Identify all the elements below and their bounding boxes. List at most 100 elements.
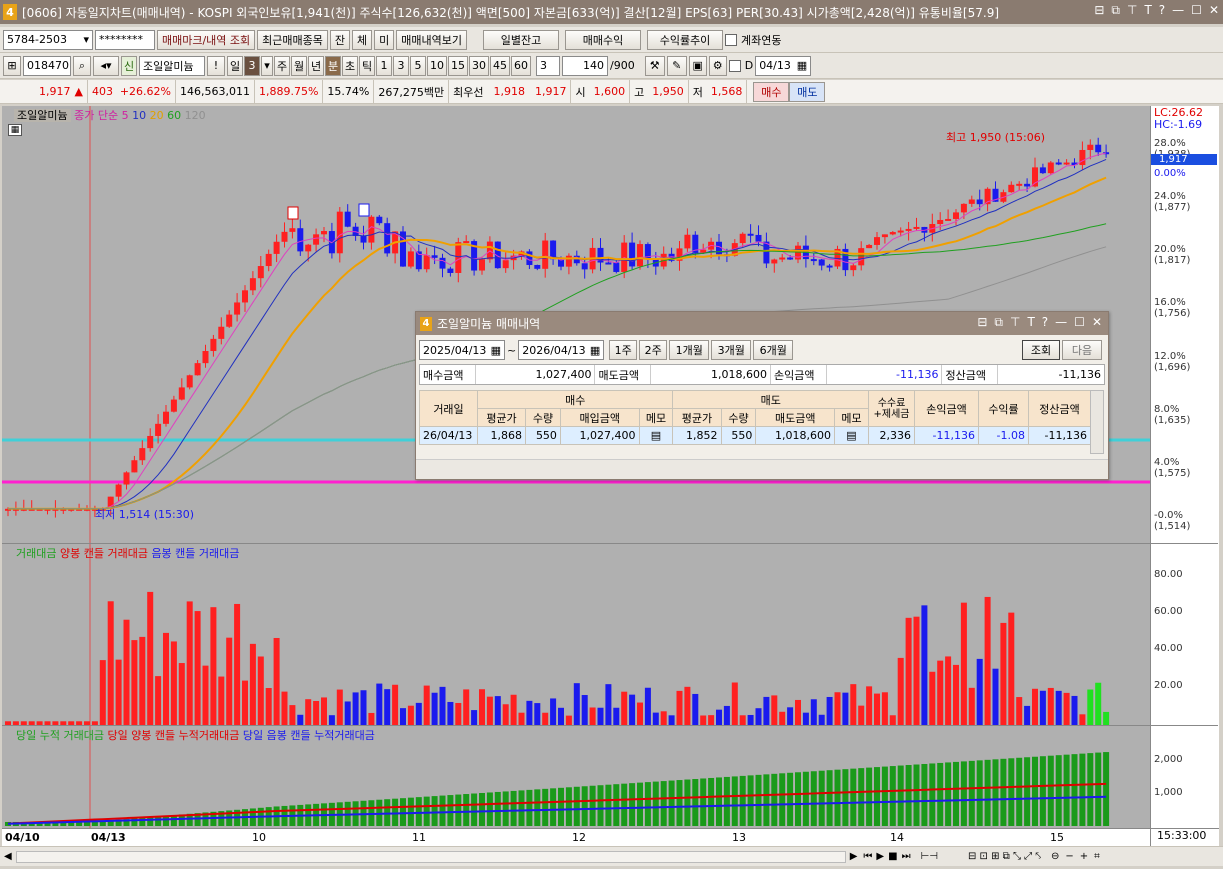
candle-body (139, 448, 146, 461)
date-field[interactable]: 04/13 ▦ (755, 55, 812, 76)
period-button-9[interactable]: 3 (393, 55, 409, 76)
first-icon[interactable]: ⏮ (863, 851, 872, 862)
period-button-15[interactable]: 60 (511, 55, 531, 76)
password-field[interactable]: ******** (95, 29, 155, 50)
stock-name-field[interactable]: 조일알미늄 (139, 55, 205, 76)
dialog-copy-icon[interactable]: ⧉ (994, 315, 1003, 330)
gear-icon[interactable]: ⚙ (708, 55, 727, 76)
period-button-5[interactable]: 분 (325, 55, 341, 76)
chevron-down-icon[interactable]: ▾ (83, 33, 89, 46)
next-button[interactable]: 다음 (1062, 340, 1102, 360)
period-button-13[interactable]: 30 (469, 55, 489, 76)
dialog-font-icon[interactable]: T (1027, 315, 1034, 330)
period-button-11[interactable]: 10 (427, 55, 447, 76)
search-icon[interactable]: ⌕ (73, 55, 91, 76)
account-select[interactable]: 5784-2503 ▾ (3, 29, 93, 50)
stop-icon[interactable]: ■ (888, 851, 897, 862)
account-link-checkbox[interactable] (725, 33, 738, 46)
font-icon[interactable]: T (1144, 3, 1151, 18)
settings-grid-icon[interactable]: ⌗ (1094, 851, 1100, 862)
plus-icon[interactable]: + (1080, 851, 1088, 862)
executed-button[interactable]: 체 (352, 29, 373, 50)
recent-trades-button[interactable]: 최근매매종목 (257, 29, 328, 50)
range-2w-button[interactable]: 2주 (639, 340, 668, 360)
calendar-icon[interactable]: ▦ (797, 59, 807, 72)
minimize-icon[interactable]: — (1172, 3, 1184, 18)
last-icon[interactable]: ⏭ (902, 851, 911, 862)
calendar-icon[interactable]: ▦ (590, 344, 600, 357)
copy-icon[interactable]: ⧉ (1111, 3, 1120, 18)
chevron-down-icon[interactable]: ▾ (261, 55, 273, 76)
count-field[interactable]: 140 (562, 55, 608, 76)
range-1m-button[interactable]: 1개월 (669, 340, 710, 360)
span-icon[interactable]: ⊢⊣ (921, 851, 938, 862)
to-date-field[interactable]: 2026/04/13 ▦ (518, 340, 605, 360)
from-date-field[interactable]: 2025/04/13 ▦ (419, 340, 505, 360)
link-icon[interactable]: ⊟ (1094, 3, 1104, 18)
daily-balance-button[interactable]: 일별잔고 (483, 29, 560, 50)
view-icons[interactable]: ⊟ ⊡ ⊞ ⧉ ⤡ ⤢ ⤣ (968, 851, 1041, 862)
ma10-label: 10 (132, 109, 147, 122)
trade-mark-button[interactable]: 매매마크/내역 조회 (157, 29, 256, 50)
table-row[interactable]: 26/04/13 1,868 550 1,027,400 ▤ 1,852 550… (419, 426, 1091, 445)
trade-profit-button[interactable]: 매매수익 (565, 29, 642, 50)
dialog-link-icon[interactable]: ⊟ (977, 315, 987, 330)
play-icon[interactable]: ▶ (876, 851, 884, 862)
period-button-1[interactable]: 3 (244, 55, 260, 76)
alert-button[interactable]: ! (207, 55, 225, 76)
pin-icon[interactable]: ⊤ (1127, 3, 1137, 18)
memo-icon[interactable]: ▤ (638, 426, 674, 445)
period-button-7[interactable]: 틱 (359, 55, 375, 76)
zoom-out-icon[interactable]: ⊖ (1051, 851, 1059, 862)
tools-icon[interactable]: ⚒ (644, 55, 665, 76)
period-button-6[interactable]: 초 (342, 55, 358, 76)
volume-bar (313, 700, 320, 725)
scroll-right-icon[interactable]: ▶ (850, 851, 858, 862)
dialog-maximize-icon[interactable]: ☐ (1074, 315, 1085, 330)
unexecuted-button[interactable]: 미 (374, 29, 395, 50)
period-button-8[interactable]: 1 (376, 55, 392, 76)
open-price: 시 1,600 (571, 79, 631, 104)
period-button-3[interactable]: 월 (291, 55, 307, 76)
calendar-icon[interactable]: ▦ (491, 344, 501, 357)
minus-icon[interactable]: − (1065, 851, 1073, 862)
help-icon[interactable]: ? (1159, 3, 1165, 18)
chart-scrollbar[interactable]: ◀ ▶ ⏮ ▶ ■ ⏭ ⊢⊣ ⊟ ⊡ ⊞ ⧉ ⤡ ⤢ ⤣ ⊖ − + ⌗ (0, 846, 1223, 866)
grid-icon[interactable]: ▦ (8, 124, 22, 136)
sell-button[interactable]: 매도 (789, 81, 826, 102)
period-button-14[interactable]: 45 (490, 55, 510, 76)
close-icon[interactable]: ✕ (1209, 3, 1219, 18)
dialog-close-icon[interactable]: ✕ (1092, 315, 1102, 330)
dialog-help-icon[interactable]: ? (1042, 315, 1048, 330)
stock-search-icon[interactable]: ⊞ (3, 55, 21, 76)
save-icon[interactable]: ▣ (688, 55, 707, 76)
time-label-13: 13 (732, 831, 746, 844)
buy-button[interactable]: 매수 (753, 81, 790, 102)
period-button-12[interactable]: 15 (448, 55, 468, 76)
table-scrollbar[interactable] (1090, 390, 1104, 454)
speaker-icon[interactable]: ◂▾ (93, 55, 119, 76)
profit-trend-button[interactable]: 수익률추이 (647, 29, 724, 50)
date-checkbox[interactable] (728, 59, 741, 72)
history-button[interactable]: 매매내역보기 (396, 29, 468, 50)
query-button[interactable]: 조회 (1022, 340, 1060, 360)
period-button-0[interactable]: 일 (227, 55, 243, 76)
dialog-minimize-icon[interactable]: — (1055, 315, 1067, 330)
draw-icon[interactable]: ✎ (666, 55, 687, 76)
range-1w-button[interactable]: 1주 (609, 340, 638, 360)
maximize-icon[interactable]: ☐ (1191, 3, 1202, 18)
period-button-4[interactable]: 년 (308, 55, 324, 76)
balance-button[interactable]: 잔 (329, 29, 351, 50)
dialog-pin-icon[interactable]: ⊤ (1010, 315, 1020, 330)
stock-code-field[interactable]: 018470 (23, 55, 71, 76)
scroll-left-icon[interactable]: ◀ (4, 851, 12, 862)
period-button-2[interactable]: 주 (274, 55, 290, 76)
scroll-track[interactable] (15, 850, 846, 863)
range-3m-button[interactable]: 3개월 (711, 340, 752, 360)
volume-bar (249, 643, 256, 725)
interval-select[interactable]: 3 (536, 55, 560, 76)
volume-bar (700, 715, 707, 725)
memo-icon[interactable]: ▤ (833, 426, 870, 445)
period-button-10[interactable]: 5 (410, 55, 426, 76)
range-6m-button[interactable]: 6개월 (753, 340, 794, 360)
